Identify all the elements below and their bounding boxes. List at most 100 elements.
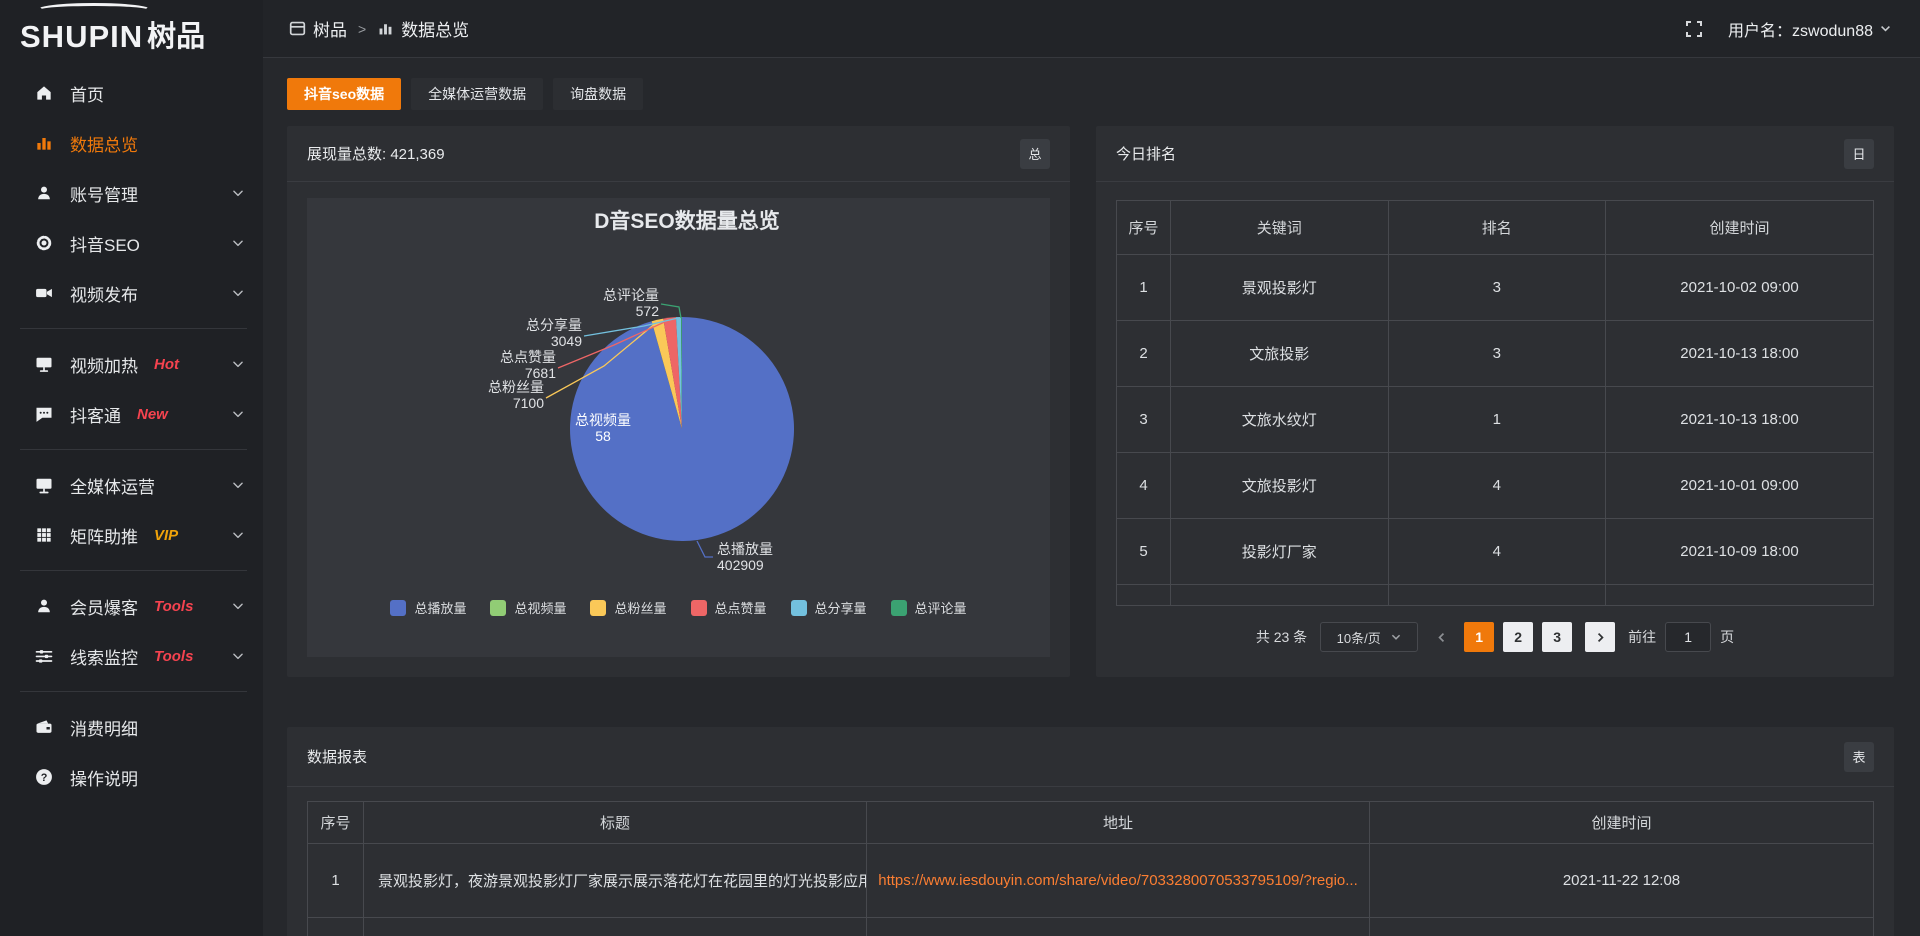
table-cell: 2021-10-13 18:00: [1606, 387, 1873, 452]
table-cell: 1: [1389, 387, 1607, 452]
fullscreen-icon[interactable]: [1684, 19, 1704, 39]
sidebar-item-3[interactable]: 抖音SEO: [0, 218, 263, 268]
page-button-1[interactable]: 1: [1464, 622, 1494, 652]
sidebar-item-2[interactable]: 账号管理: [0, 168, 263, 218]
pie-label: 7100: [513, 395, 544, 411]
data-source-tabs: 抖音seo数据全媒体运营数据询盘数据: [287, 78, 1894, 110]
pie-label: 总评论量: [603, 287, 659, 303]
breadcrumb-item-current[interactable]: 数据总览: [377, 16, 469, 41]
user-icon: [34, 183, 54, 203]
sidebar-item-10[interactable]: 线索监控Tools: [0, 631, 263, 681]
next-page-button[interactable]: [1585, 622, 1615, 652]
table-cell: 3: [1389, 321, 1607, 386]
table-cell: [364, 918, 867, 936]
sidebar-item-label: 首页: [70, 81, 104, 106]
legend-label: 总粉丝量: [614, 598, 666, 617]
table-row: 1景观投影灯，夜游景观投影灯厂家展示展示落花灯在花园里的灯光投影应用效果 #投影…: [308, 844, 1873, 918]
report-card: 数据报表 表 序号标题地址创建时间1景观投影灯，夜游景观投影灯厂家展示展示落花灯…: [287, 727, 1894, 936]
legend-swatch: [891, 600, 907, 616]
table-view-button[interactable]: 表: [1844, 742, 1874, 772]
page-size-select[interactable]: 10条/页: [1320, 622, 1418, 652]
breadcrumb-item-home[interactable]: 树品: [289, 16, 347, 41]
legend-swatch: [791, 600, 807, 616]
table-row: 2文旅投影32021-10-13 18:00: [1117, 321, 1873, 387]
breadcrumb-separator: >: [356, 21, 368, 37]
menu-divider: [20, 328, 247, 329]
sidebar-item-11[interactable]: 消费明细: [0, 702, 263, 752]
pie-label: 572: [636, 303, 660, 319]
table-cell: [1389, 585, 1607, 605]
table-cell: 4: [1389, 453, 1607, 518]
table-cell: 投影灯厂家: [1171, 519, 1389, 584]
breadcrumb: 树品 > 数据总览: [289, 16, 469, 41]
sidebar-item-12[interactable]: ?操作说明: [0, 752, 263, 802]
wallet-icon: [34, 717, 54, 737]
sidebar-item-4[interactable]: 视频发布: [0, 268, 263, 318]
sidebar-item-5[interactable]: 视频加热Hot: [0, 339, 263, 389]
table-row-partial: [1117, 585, 1873, 605]
chart-legend: 总播放量 总视频量 总粉丝量 总点赞量 总分享量 总评论量: [390, 598, 966, 617]
goto-page-input[interactable]: [1665, 622, 1711, 652]
ranking-table-header: 序号关键词排名创建时间: [1117, 201, 1873, 255]
sidebar-item-0[interactable]: 首页: [0, 68, 263, 118]
legend-item-3[interactable]: 总点赞量: [691, 598, 767, 617]
legend-item-0[interactable]: 总播放量: [390, 598, 466, 617]
chevron-down-icon: [231, 286, 245, 300]
tab-1[interactable]: 全媒体运营数据: [411, 78, 543, 110]
chat-icon: [34, 404, 54, 424]
tab-0[interactable]: 抖音seo数据: [287, 78, 401, 110]
chevron-down-icon: [231, 186, 245, 200]
legend-item-5[interactable]: 总评论量: [891, 598, 967, 617]
monitor-icon: [34, 475, 54, 495]
sidebar-item-badge: New: [137, 406, 168, 423]
tab-2[interactable]: 询盘数据: [553, 78, 643, 110]
sidebar-item-label: 矩阵助推: [70, 523, 138, 548]
total-view-button[interactable]: 总: [1020, 139, 1050, 169]
brand-logo[interactable]: SHUPIN 树品: [0, 0, 263, 58]
chevron-down-icon: [231, 528, 245, 542]
video-link[interactable]: https://www.iesdouyin.com/share/video/70…: [867, 844, 1370, 917]
sidebar-item-label: 操作说明: [70, 765, 138, 790]
ranking-card: 今日排名 日 序号关键词排名创建时间1景观投影灯32021-10-02 09:0…: [1096, 126, 1894, 677]
pie-label-line: [697, 541, 713, 557]
table-cell: 文旅投影灯: [1171, 453, 1389, 518]
table-cell: 3: [1117, 387, 1171, 452]
table-cell: [308, 918, 364, 936]
legend-label: 总播放量: [414, 598, 466, 617]
legend-item-1[interactable]: 总视频量: [490, 598, 566, 617]
legend-label: 总分享量: [815, 598, 867, 617]
sidebar-item-label: 账号管理: [70, 181, 138, 206]
table-cell: [1117, 585, 1171, 605]
table-row: 5投影灯厂家42021-10-09 18:00: [1117, 519, 1873, 585]
bar-chart-icon: [377, 20, 394, 37]
user-menu[interactable]: 用户名：zswodun88: [1728, 17, 1892, 41]
total-count-label: 共 23 条: [1256, 627, 1307, 647]
report-table-header: 序号标题地址创建时间: [308, 802, 1873, 844]
table-cell: 1: [1117, 255, 1171, 320]
sidebar-item-6[interactable]: 抖客通New: [0, 389, 263, 439]
sidebar-item-9[interactable]: 会员爆客Tools: [0, 581, 263, 631]
member-icon: [34, 596, 54, 616]
page-button-2[interactable]: 2: [1503, 622, 1533, 652]
sidebar-item-1[interactable]: 数据总览: [0, 118, 263, 168]
pie-label: 402909: [717, 557, 764, 573]
sidebar-item-label: 数据总览: [70, 131, 138, 156]
impressions-total-label: 展现量总数: 421,369: [307, 143, 445, 164]
prev-page-button[interactable]: [1431, 622, 1451, 652]
chevron-down-icon: [231, 357, 245, 371]
page-button-3[interactable]: 3: [1542, 622, 1572, 652]
pie-label: 总分享量: [526, 317, 582, 333]
legend-swatch: [490, 600, 506, 616]
daily-view-button[interactable]: 日: [1844, 139, 1874, 169]
legend-item-2[interactable]: 总粉丝量: [590, 598, 666, 617]
sidebar-item-label: 视频发布: [70, 281, 138, 306]
ranking-card-header: 今日排名 日: [1096, 126, 1894, 182]
table-cell: 文旅水纹灯: [1171, 387, 1389, 452]
sidebar-item-8[interactable]: 矩阵助推VIP: [0, 510, 263, 560]
content: 抖音seo数据全媒体运营数据询盘数据 展现量总数: 421,369 总 D音SE…: [263, 58, 1920, 936]
legend-item-4[interactable]: 总分享量: [791, 598, 867, 617]
table-cell: 4: [1117, 453, 1171, 518]
sidebar-item-7[interactable]: 全媒体运营: [0, 460, 263, 510]
pie-label: 总播放量: [717, 541, 773, 557]
table-cell: 景观投影灯: [1171, 255, 1389, 320]
